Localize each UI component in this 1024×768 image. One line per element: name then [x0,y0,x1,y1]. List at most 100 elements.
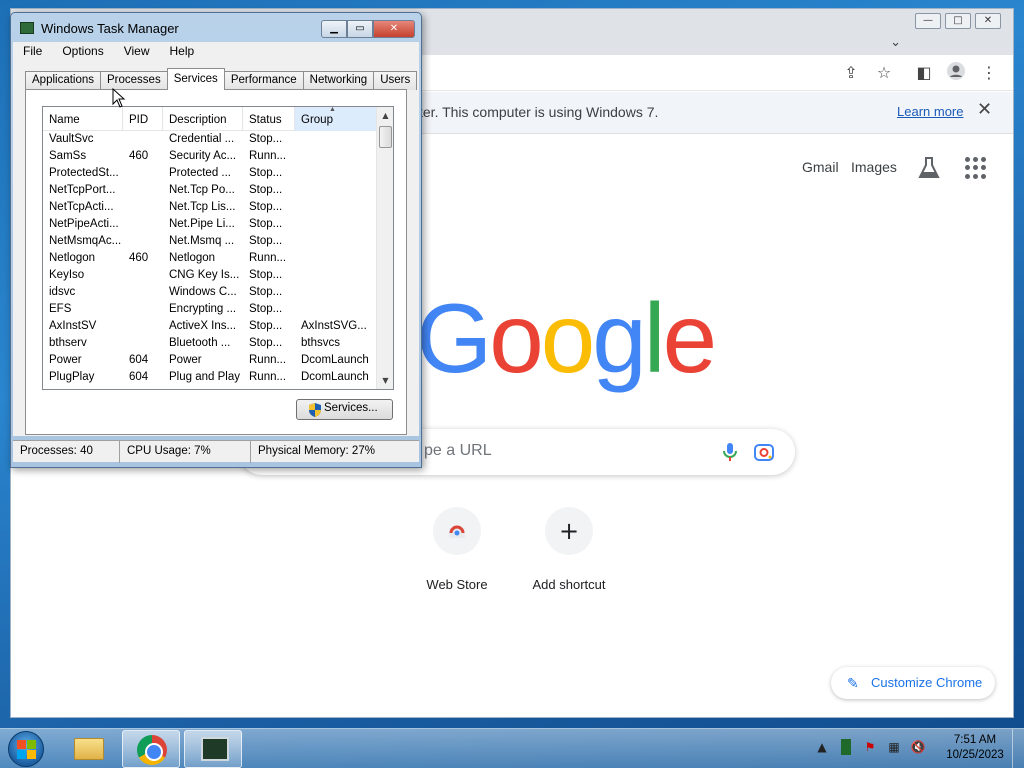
status-memory: Physical Memory: 27% [258,445,375,457]
google-apps-icon[interactable] [965,157,987,179]
table-row[interactable]: SamSs 460 Security Ac... Runn... [43,149,377,166]
infobar-message: ter. This computer is using Windows 7. [419,104,659,120]
cell-status: Runn... [249,354,287,366]
show-desktop-button[interactable] [1012,729,1024,768]
table-row[interactable]: bthserv Bluetooth ... Stop... bthsvcs [43,336,377,353]
task-manager-tray-icon[interactable] [841,739,851,755]
table-row[interactable]: ProtectedSt... Protected ... Stop... [43,166,377,183]
services-rows: VaultSvc Credential ... Stop... SamSs 460 Sec… [43,132,377,387]
table-row[interactable]: VaultSvc Credential ... Stop... [43,132,377,149]
table-row[interactable]: Netlogon 460 Netlogon Runn... [43,251,377,268]
cell-description: Security Ac... [169,150,237,162]
table-row[interactable]: NetTcpActi... Net.Tcp Lis... Stop... [43,200,377,217]
table-row[interactable]: AxInstSV ActiveX Ins... Stop... AxInstSVG..… [43,319,377,336]
profile-avatar-icon[interactable] [944,61,968,85]
taskbar-chrome-button[interactable] [122,730,180,768]
column-header-pid[interactable]: PID [123,107,163,131]
mouse-pointer-icon [112,87,126,108]
shortcut-add[interactable]: + Add shortcut [509,507,629,592]
column-header-group[interactable]: ▲ Group [295,107,377,131]
tab-processes[interactable]: Processes [100,71,168,90]
gmail-link[interactable]: Gmail [802,159,839,175]
column-header-name[interactable]: Name [43,107,123,131]
menu-file[interactable]: File [13,42,52,62]
tm-maximize-button[interactable]: ▭ [347,20,373,38]
tab-performance[interactable]: Performance [223,71,304,90]
cell-description: Net.Pipe Li... [169,218,235,230]
scroll-up-arrow-icon[interactable]: ▲ [377,107,393,124]
table-row[interactable]: KeyIso CNG Key Is... Stop... [43,268,377,285]
pencil-icon: ✎ [847,675,859,691]
menu-help[interactable]: Help [160,42,205,62]
labs-flask-icon[interactable] [916,155,942,181]
tm-minimize-button[interactable]: ▁ [321,20,347,38]
shortcut-web-store[interactable]: Web Store [397,507,517,592]
cell-group: AxInstSVG... [301,320,367,332]
cell-pid [123,234,163,251]
column-header-status[interactable]: Status [243,107,295,131]
add-shortcut-label: Add shortcut [532,577,606,592]
cell-pid [123,200,163,217]
column-header-description[interactable]: Description [163,107,243,131]
logo-letter: l [643,283,666,393]
cell-pid: 460 [129,150,149,162]
sort-ascending-icon: ▲ [329,107,336,113]
volume-muted-icon[interactable]: 🔇 [910,739,926,755]
table-row[interactable]: EFS Encrypting ... Stop... [43,302,377,319]
cell-pid: 604 [129,354,149,366]
services-scrollbar[interactable]: ▲ ▼ [376,107,393,389]
chrome-maximize-button[interactable]: □ [945,13,971,29]
chrome-window-controls: — □ ✕ [915,13,1001,29]
tm-status-bar: Processes: 40 CPU Usage: 7% Physical Mem… [13,440,419,463]
tab-users[interactable]: Users [373,71,418,90]
cell-name: bthserv [49,337,87,349]
tm-close-button[interactable]: ✕ [373,20,415,38]
table-row[interactable]: NetMsmqAc... Net.Msmq ... Stop... [43,234,377,251]
tab-services[interactable]: Services [166,68,225,90]
cell-status: Runn... [249,252,287,264]
images-link[interactable]: Images [851,159,897,175]
infobar-close-icon[interactable]: ✕ [977,99,992,120]
cell-name: ProtectedSt... [49,167,119,179]
cell-name: KeyIso [49,269,85,281]
customize-chrome-button[interactable]: ✎ Customize Chrome [831,667,995,699]
services-button[interactable]: Services... [296,399,393,420]
show-hidden-icons-arrow-icon[interactable]: ▲ [814,739,830,755]
cell-pid [123,285,163,302]
cell-pid [123,183,163,200]
table-row[interactable]: NetTcpPort... Net.Tcp Po... Stop... [43,183,377,200]
table-row[interactable]: NetPipeActi... Net.Pipe Li... Stop... [43,217,377,234]
voice-search-mic-icon[interactable] [719,441,741,463]
action-center-flag-icon[interactable]: ⚑ [862,739,878,755]
share-icon[interactable]: ⇪ [839,61,863,85]
menu-view[interactable]: View [114,42,160,62]
cell-group [295,234,377,251]
menu-options[interactable]: Options [52,42,113,62]
taskbar-task-manager-button[interactable] [184,730,242,768]
taskbar-explorer-button[interactable] [60,730,118,768]
learn-more-link[interactable]: Learn more [897,104,963,119]
network-icon[interactable]: ▦ [886,739,902,755]
cell-group [295,200,377,217]
table-row[interactable]: PlugPlay 604 Plug and Play Runn... DcomLaunc… [43,370,377,387]
tab-applications[interactable]: Applications [25,71,102,90]
scroll-down-arrow-icon[interactable]: ▼ [377,372,393,389]
scrollbar-thumb[interactable] [379,126,392,148]
services-list[interactable]: Name PID Description Status ▲ Group Vaul… [42,106,394,390]
table-row[interactable]: idsvc Windows C... Stop... [43,285,377,302]
side-panel-icon[interactable]: ◧ [912,61,936,85]
tab-search-chevron-icon[interactable]: ⌄ [890,35,901,50]
bookmark-star-icon[interactable]: ☆ [872,61,896,85]
tab-networking[interactable]: Networking [302,71,375,90]
taskbar-clock[interactable]: 7:51 AM 10/25/2023 [940,733,1010,763]
cell-status: Stop... [249,218,283,230]
google-lens-camera-icon[interactable] [753,441,775,463]
status-processes: Processes: 40 [13,441,120,463]
chrome-minimize-button[interactable]: — [915,13,941,29]
cell-description: Encrypting ... [169,303,237,315]
cell-pid [123,336,163,353]
chrome-close-button[interactable]: ✕ [975,13,1001,29]
table-row[interactable]: Power 604 Power Runn... DcomLaunch [43,353,377,370]
start-button-windows-icon[interactable] [8,731,44,767]
chrome-menu-icon[interactable]: ⋮ [977,61,1001,85]
